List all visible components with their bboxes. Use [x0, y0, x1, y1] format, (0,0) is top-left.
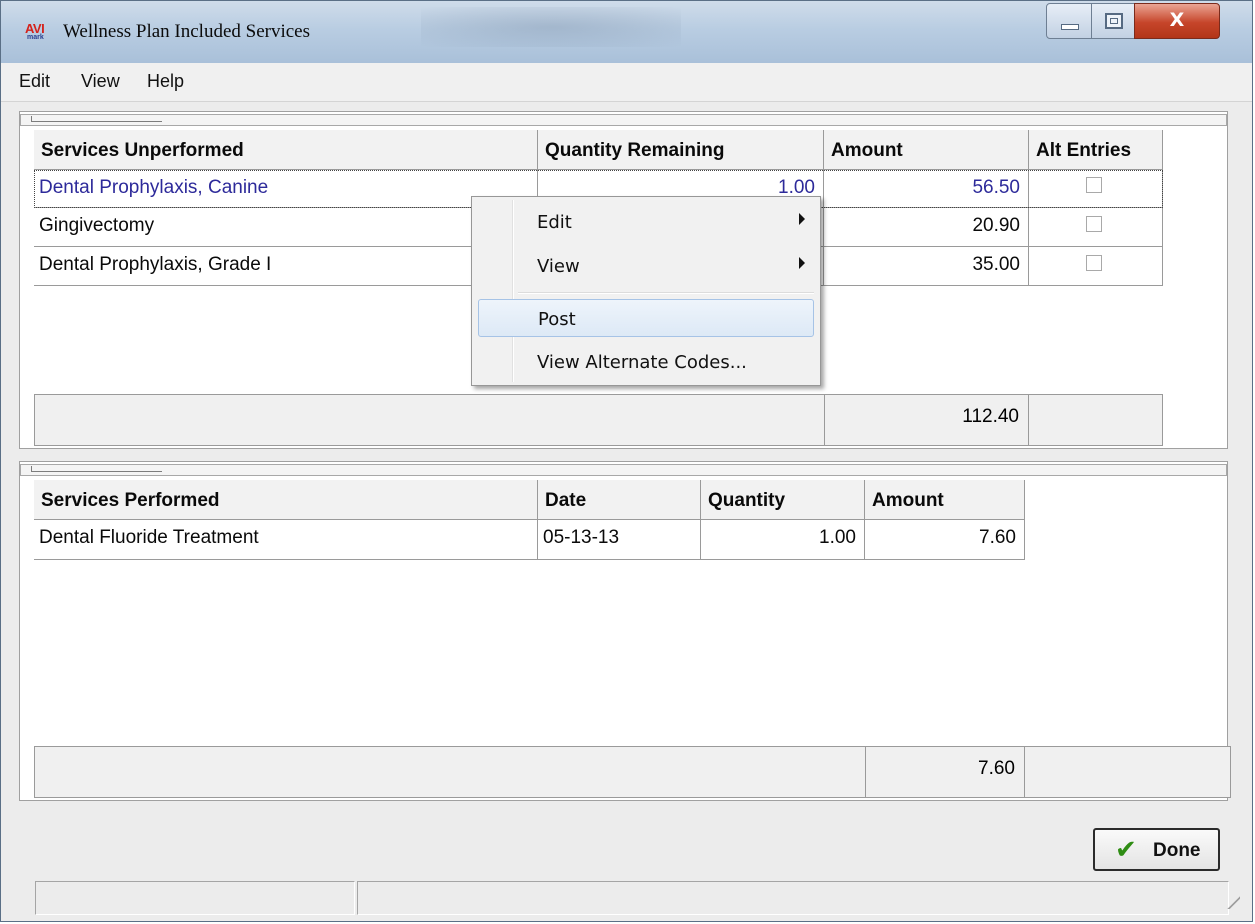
ctx-post[interactable]: Post [478, 299, 814, 337]
done-label: Done [1153, 840, 1201, 861]
unperformed-splitter[interactable] [20, 114, 1227, 126]
title-bar[interactable]: AVI mark Wellness Plan Included Services… [1, 1, 1252, 63]
row2-service[interactable]: Gingivectomy [34, 208, 538, 247]
title-bar-glass [421, 7, 681, 47]
ctx-view-alternate-codes-label: View Alternate Codes... [537, 352, 747, 373]
performed-pane: Services Performed Date Quantity Amount … [19, 461, 1231, 801]
ctx-edit[interactable]: Edit [475, 203, 817, 241]
close-button[interactable]: X [1134, 3, 1220, 39]
col-quantity-remaining[interactable]: Quantity Remaining [538, 130, 824, 170]
status-panel-1 [35, 881, 355, 915]
performed-row1-date[interactable]: 05-13-13 [538, 520, 701, 560]
menu-edit[interactable]: Edit [19, 71, 50, 92]
maximize-icon [1105, 13, 1123, 29]
unperformed-total: 112.40 [824, 394, 1029, 446]
ctx-post-label: Post [538, 309, 576, 330]
row3-alt-cell [1029, 247, 1163, 286]
minimize-icon [1061, 24, 1079, 30]
close-icon: X [1169, 9, 1185, 31]
col-date[interactable]: Date [538, 480, 701, 520]
row1-amount[interactable]: 56.50 [824, 170, 1029, 208]
row3-alt-checkbox[interactable] [1086, 255, 1102, 271]
performed-total-bar [34, 746, 1231, 798]
row3-service[interactable]: Dental Prophylaxis, Grade I [34, 247, 538, 286]
performed-grid: Services Performed Date Quantity Amount … [34, 480, 1231, 800]
row1-service[interactable]: Dental Prophylaxis, Canine [34, 170, 538, 208]
maximize-button[interactable] [1091, 3, 1135, 39]
menu-help[interactable]: Help [147, 71, 184, 92]
app-logo-subtext: mark [27, 34, 44, 41]
row2-amount[interactable]: 20.90 [824, 208, 1029, 247]
col-quantity[interactable]: Quantity [701, 480, 865, 520]
performed-row1-amount[interactable]: 7.60 [865, 520, 1025, 560]
performed-row1-quantity[interactable]: 1.00 [701, 520, 865, 560]
context-menu: Edit View Post View Alternate Codes... [471, 196, 821, 386]
row2-alt-checkbox[interactable] [1086, 216, 1102, 232]
col-amount[interactable]: Amount [824, 130, 1029, 170]
status-bar [19, 881, 1246, 915]
ctx-edit-label: Edit [537, 212, 572, 233]
col-services-unperformed[interactable]: Services Unperformed [34, 130, 538, 170]
submenu-arrow-icon [799, 257, 805, 269]
ctx-view-alternate-codes[interactable]: View Alternate Codes... [475, 343, 817, 381]
wellness-plan-window: AVI mark Wellness Plan Included Services… [0, 0, 1253, 922]
done-button[interactable]: ✔ Done [1093, 828, 1220, 871]
row3-amount[interactable]: 35.00 [824, 247, 1029, 286]
performed-splitter[interactable] [20, 464, 1227, 476]
menu-view[interactable]: View [81, 71, 120, 92]
splitter-handle[interactable] [31, 466, 162, 472]
menu-bar: Edit View Help [1, 63, 1252, 102]
context-menu-separator [518, 292, 814, 294]
window-title: Wellness Plan Included Services [63, 21, 310, 42]
app-logo-icon: AVI mark [25, 21, 51, 43]
performed-total: 7.60 [865, 746, 1025, 798]
performed-row1-service[interactable]: Dental Fluoride Treatment [34, 520, 538, 560]
row2-alt-cell [1029, 208, 1163, 247]
col-services-performed[interactable]: Services Performed [34, 480, 538, 520]
ctx-view-label: View [537, 256, 580, 277]
row1-alt-checkbox[interactable] [1086, 177, 1102, 193]
col-amount[interactable]: Amount [865, 480, 1025, 520]
submenu-arrow-icon [799, 213, 805, 225]
ctx-view[interactable]: View [475, 247, 817, 285]
status-panel-2 [357, 881, 1229, 915]
row1-alt-cell [1029, 170, 1163, 208]
col-alt-entries[interactable]: Alt Entries [1029, 130, 1163, 170]
splitter-handle[interactable] [31, 116, 162, 122]
minimize-button[interactable] [1046, 3, 1092, 39]
checkmark-icon: ✔ [1115, 835, 1137, 865]
